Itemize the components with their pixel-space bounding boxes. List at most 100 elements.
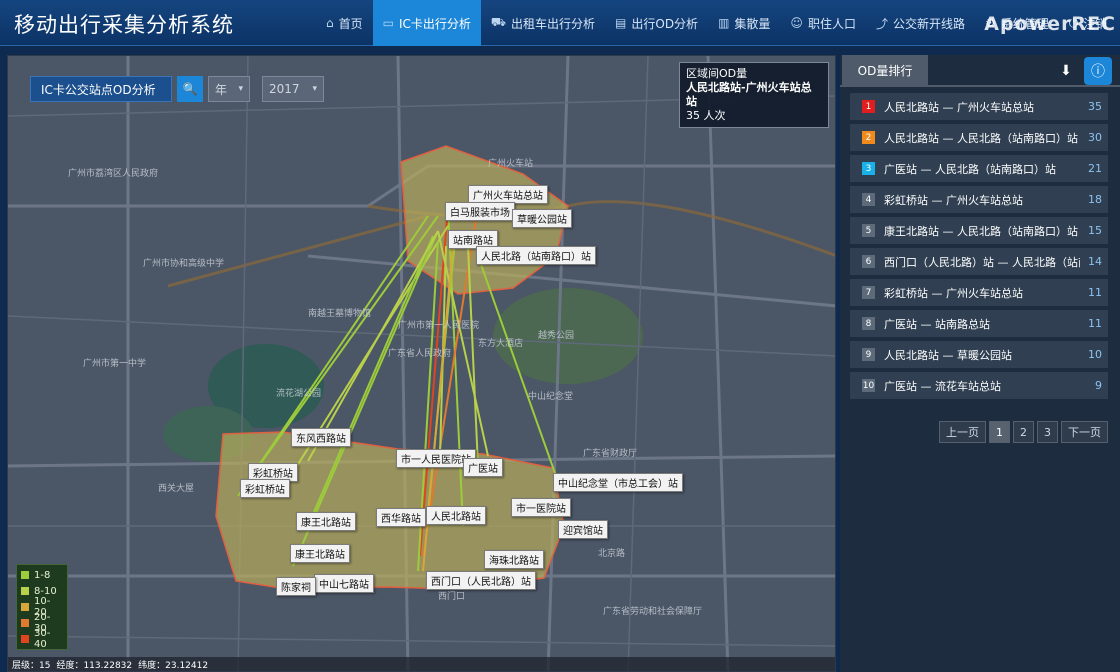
- rank-badge: 6: [862, 255, 875, 268]
- rank-count: 9: [1095, 379, 1102, 392]
- station-label[interactable]: 草暖公园站: [512, 209, 572, 228]
- page-button[interactable]: 2: [1013, 421, 1034, 443]
- od-map[interactable]: IC卡公交站点OD分析 🔍 年 ▾ 2017 ▾ 区域间OD量 人民北路站-广州火车…: [7, 55, 836, 672]
- station-label[interactable]: 海珠北路站: [484, 550, 544, 569]
- rank-badge: 9: [862, 348, 875, 361]
- app-title: 移动出行采集分析系统: [14, 13, 234, 37]
- ranking-row[interactable]: 2 人民北路站 — 人民北路（站南路口）站 30: [850, 124, 1108, 151]
- legend-swatch: [21, 635, 29, 643]
- tooltip-count: 35 人次: [686, 109, 726, 122]
- station-label[interactable]: 康王北路站: [296, 512, 356, 531]
- map-place-label: 广东省人民政府: [388, 349, 452, 359]
- rank-route-name: 人民北路站 — 广州火车站总站: [884, 100, 1034, 114]
- nav-label: 出行OD分析: [631, 16, 699, 31]
- download-icon: ⬇: [1060, 63, 1072, 79]
- search-icon: 🔍: [182, 82, 198, 96]
- station-label[interactable]: 中山纪念堂（市总工会）站: [553, 473, 683, 492]
- ranking-row[interactable]: 7 彩虹桥站 — 广州火车站总站 11: [850, 279, 1108, 306]
- rank-badge: 4: [862, 193, 875, 206]
- ranking-row[interactable]: 10 广医站 — 流花车站总站 9: [850, 372, 1108, 399]
- ranking-panel: OD量排行 ⬇ ⓘ 1 人民北路站 — 广州火车站总站 35 2 人民北路站 — 人民北…: [840, 55, 1120, 672]
- info-button[interactable]: ⓘ: [1084, 57, 1112, 85]
- nav-item-6[interactable]: ⤴ 公交新开线路: [866, 0, 975, 46]
- ranking-row[interactable]: 4 彩虹桥站 — 广州火车站总站 18: [850, 186, 1108, 213]
- document-icon: ▤: [615, 16, 627, 30]
- analysis-title: IC卡公交站点OD分析: [30, 76, 172, 102]
- od-tooltip: 区域间OD量 人民北路站-广州火车站总站 35 人次: [679, 62, 829, 128]
- top-bar: 移动出行采集分析系统 ⌂ 首页 ▭ IC卡出行分析 ⛟ 出租车出行分析 ▤ 出行OD分析 ▥ 集散…: [0, 0, 1120, 46]
- rank-route-name: 广医站 — 流花车站总站: [884, 379, 1001, 393]
- period-select[interactable]: 年 ▾: [208, 76, 250, 102]
- ranking-row[interactable]: 9 人民北路站 — 草暖公园站 10: [850, 341, 1108, 368]
- nav-item-1[interactable]: ▭ IC卡出行分析: [372, 0, 481, 46]
- chevron-down-icon: ▾: [238, 84, 243, 94]
- rank-route-name: 西门口（人民北路）站 — 人民北路（站南路口）站: [884, 255, 1080, 269]
- rank-count: 30: [1088, 131, 1102, 144]
- map-place-label: 广东省劳动和社会保障厅: [603, 607, 703, 617]
- map-place-label: 广州市第一中学: [83, 359, 147, 369]
- station-label[interactable]: 市一医院站: [511, 498, 571, 517]
- rank-count: 21: [1088, 162, 1102, 175]
- page-button[interactable]: 3: [1037, 421, 1058, 443]
- station-label[interactable]: 白马服装市场: [445, 202, 515, 221]
- ranking-row[interactable]: 1 人民北路站 — 广州火车站总站 35: [850, 93, 1108, 120]
- bar-chart-icon: ▥: [718, 16, 730, 30]
- station-label[interactable]: 东风西路站: [291, 428, 351, 447]
- nav-item-5[interactable]: ☺ 职住人口: [780, 0, 866, 46]
- person-icon: ☺: [790, 16, 803, 30]
- ranking-list: 1 人民北路站 — 广州火车站总站 35 2 人民北路站 — 人民北路（站南路口）站 30…: [850, 93, 1108, 403]
- legend-swatch: [21, 603, 29, 611]
- tooltip-heading: 区域间OD量: [686, 67, 748, 80]
- tab-od-ranking[interactable]: OD量排行: [842, 55, 928, 85]
- rank-badge: 8: [862, 317, 875, 330]
- map-place-label: 中山纪念堂: [528, 392, 574, 402]
- download-button[interactable]: ⬇: [1052, 57, 1080, 85]
- map-place-label: 广州市第一人民医院: [398, 321, 480, 331]
- period-select-value: 年: [215, 82, 228, 97]
- map-place-label: 广州市荔湾区人民政府: [68, 169, 159, 179]
- station-label[interactable]: 人民北路站: [426, 506, 486, 525]
- nav-item-2[interactable]: ⛟ 出租车出行分析: [481, 0, 605, 46]
- chevron-down-icon: ▾: [312, 84, 317, 94]
- rank-count: 15: [1088, 224, 1102, 237]
- station-label[interactable]: 彩虹桥站: [240, 479, 290, 498]
- nav-item-3[interactable]: ▤ 出行OD分析: [605, 0, 708, 46]
- legend-label: 8-10: [34, 585, 57, 597]
- legend-item: 1-8: [21, 567, 63, 583]
- nav-label: 出租车出行分析: [511, 16, 596, 31]
- rank-route-name: 广医站 — 站南路总站: [884, 317, 990, 331]
- page-button[interactable]: 1: [989, 421, 1010, 443]
- ranking-row[interactable]: 8 广医站 — 站南路总站 11: [850, 310, 1108, 337]
- ranking-row[interactable]: 6 西门口（人民北路）站 — 人民北路（站南路口）站 14: [850, 248, 1108, 275]
- station-label[interactable]: 西华路站: [376, 508, 426, 527]
- legend-swatch: [21, 571, 29, 579]
- station-label[interactable]: 西门口（人民北路）站: [426, 571, 536, 590]
- rank-badge: 7: [862, 286, 875, 299]
- map-place-label: 东方大酒店: [478, 339, 524, 349]
- rank-count: 35: [1088, 100, 1102, 113]
- card-icon: ▭: [382, 16, 394, 30]
- rank-count: 14: [1088, 255, 1102, 268]
- legend-label: 30-40: [33, 628, 51, 650]
- station-label[interactable]: 人民北路（站南路口）站: [476, 246, 596, 265]
- station-label[interactable]: 陈家祠: [276, 577, 316, 596]
- ranking-row[interactable]: 5 康王北路站 — 人民北路（站南路口）站 15: [850, 217, 1108, 244]
- year-select[interactable]: 2017 ▾: [262, 76, 324, 102]
- rank-badge: 5: [862, 224, 875, 237]
- station-label[interactable]: 广医站: [463, 458, 503, 477]
- station-label[interactable]: 康王北路站: [290, 544, 350, 563]
- latitude-readout: 纬度：23.12412: [138, 660, 209, 671]
- next-page-button[interactable]: 下一页: [1061, 421, 1108, 443]
- ranking-row[interactable]: 3 广医站 — 人民北路（站南路口）站 21: [850, 155, 1108, 182]
- nav-item-0[interactable]: ⌂ 首页: [316, 0, 373, 46]
- rank-count: 11: [1088, 286, 1102, 299]
- prev-page-button[interactable]: 上一页: [939, 421, 986, 443]
- nav-item-4[interactable]: ▥ 集散量: [708, 0, 780, 46]
- station-label[interactable]: 迎宾馆站: [558, 520, 608, 539]
- map-place-label: 西关大屋: [158, 484, 195, 494]
- search-button[interactable]: 🔍: [177, 76, 203, 102]
- home-icon: ⌂: [326, 16, 334, 30]
- station-label[interactable]: 中山七路站: [314, 574, 374, 593]
- year-select-value: 2017: [269, 82, 300, 96]
- longitude-readout: 经度：113.22832: [56, 660, 133, 671]
